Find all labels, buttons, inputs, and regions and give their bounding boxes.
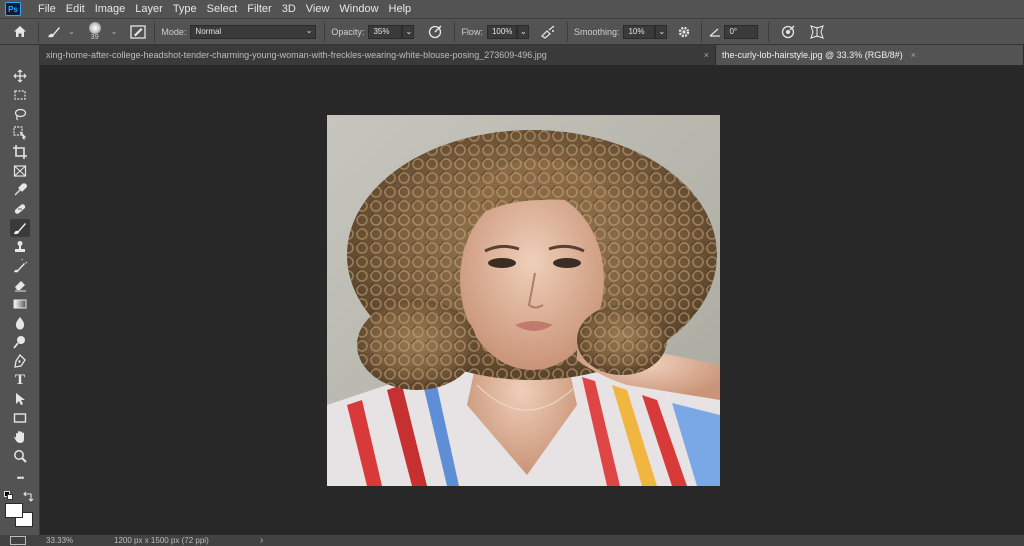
brush-icon[interactable]: [10, 219, 30, 237]
opacity-value: 35%: [373, 27, 390, 36]
separator: [566, 21, 568, 42]
document-image[interactable]: [327, 115, 720, 486]
mode-label: Mode:: [161, 26, 187, 37]
pressure-size-icon[interactable]: [773, 24, 803, 39]
menu-file[interactable]: File: [33, 3, 61, 15]
angle-value: 0°: [729, 27, 738, 36]
type-icon[interactable]: T: [10, 371, 30, 389]
menu-select[interactable]: Select: [202, 3, 243, 15]
opacity-dropdown[interactable]: ⌄: [402, 24, 415, 39]
angle-icon: [706, 27, 724, 37]
type-glyph: T: [14, 371, 25, 388]
menu-window[interactable]: Window: [334, 3, 383, 15]
mode-value: Normal: [195, 27, 222, 36]
close-icon[interactable]: ×: [704, 50, 709, 60]
healing-brush-icon[interactable]: [10, 200, 30, 218]
hand-icon[interactable]: [10, 428, 30, 446]
gear-icon[interactable]: [671, 25, 697, 39]
tab-headshot-document[interactable]: xing-home-after-college-headshot-tender-…: [40, 45, 716, 65]
move-icon[interactable]: [10, 67, 30, 85]
zoom-icon[interactable]: [10, 447, 30, 465]
more-glyph: •••: [16, 473, 25, 483]
menu-type[interactable]: Type: [168, 3, 202, 15]
menu-view[interactable]: View: [301, 3, 335, 15]
airbrush-icon[interactable]: [533, 24, 563, 39]
smoothing-value: 10%: [628, 27, 645, 36]
brush-settings-icon[interactable]: [126, 24, 150, 39]
menu-image[interactable]: Image: [90, 3, 131, 15]
flow-input[interactable]: 100%: [486, 24, 517, 39]
menu-edit[interactable]: Edit: [61, 3, 90, 15]
blur-icon[interactable]: [10, 314, 30, 332]
lasso-icon[interactable]: [10, 105, 30, 123]
menu-bar: Ps File Edit Image Layer Type Select Fil…: [0, 0, 1024, 18]
brush-size-picker[interactable]: 39: [82, 20, 108, 44]
home-icon[interactable]: [6, 25, 34, 38]
canvas-area[interactable]: [40, 65, 1024, 535]
opacity-label: Opacity:: [331, 26, 365, 37]
status-menu-arrow[interactable]: ›: [260, 535, 263, 546]
angle-input[interactable]: 0°: [724, 24, 759, 39]
eyedropper-icon[interactable]: [10, 181, 30, 199]
stamp-icon[interactable]: [10, 238, 30, 256]
tab-curly-lob-document[interactable]: the-curly-lob-hairstyle.jpg @ 33.3% (RGB…: [716, 45, 1024, 65]
brush-size-value: 39: [90, 33, 99, 41]
brush-tool-preset-icon[interactable]: [43, 25, 65, 39]
document-tab-bar: xing-home-after-college-headshot-tender-…: [40, 45, 1024, 65]
smoothing-dropdown[interactable]: ⌄: [655, 24, 668, 39]
options-bar: ⌄ 39 ⌄ Mode: Normal ⌄ Opacity: 35% ⌄ Flo…: [0, 18, 1024, 45]
status-bar: 33.33% 1200 px x 1500 px (72 ppi) ›: [0, 535, 1024, 546]
marquee-icon[interactable]: [10, 86, 30, 104]
history-brush-icon[interactable]: [10, 257, 30, 275]
smoothing-label: Smoothing:: [573, 26, 620, 37]
path-select-icon[interactable]: [10, 390, 30, 408]
more-icon[interactable]: •••: [10, 469, 30, 487]
gradient-icon[interactable]: [10, 295, 30, 313]
frame-icon[interactable]: [10, 162, 30, 180]
separator: [768, 21, 770, 42]
crop-icon[interactable]: [10, 143, 30, 161]
eraser-icon[interactable]: [10, 276, 30, 294]
smoothing-input[interactable]: 10%: [623, 24, 656, 39]
tab-label: the-curly-lob-hairstyle.jpg @ 33.3% (RGB…: [722, 50, 903, 60]
separator: [38, 21, 39, 42]
brush-tip-icon: [88, 21, 101, 34]
default-colors-icon[interactable]: [4, 491, 14, 501]
document-info: 1200 px x 1500 px (72 ppi): [114, 536, 209, 545]
foreground-color-swatch[interactable]: [5, 503, 23, 518]
app-logo[interactable]: Ps: [5, 2, 21, 16]
rectangle-icon[interactable]: [10, 409, 30, 427]
symmetry-icon[interactable]: [803, 24, 831, 39]
separator: [454, 21, 456, 42]
dodge-icon[interactable]: [10, 333, 30, 351]
menu-filter[interactable]: Filter: [242, 3, 276, 15]
chevron-down-icon[interactable]: ⌄: [111, 27, 118, 36]
mode-dropdown[interactable]: Normal ⌄: [190, 24, 317, 39]
menu-layer[interactable]: Layer: [130, 3, 168, 15]
pressure-opacity-icon[interactable]: [420, 24, 450, 39]
object-select-icon[interactable]: [10, 124, 30, 142]
menu-3d[interactable]: 3D: [277, 3, 301, 15]
flow-label: Flow:: [461, 26, 483, 37]
photoshop-window: Ps File Edit Image Layer Type Select Fil…: [0, 0, 1024, 546]
pen-icon[interactable]: [10, 352, 30, 370]
zoom-level[interactable]: 33.33%: [46, 536, 110, 545]
tab-label: xing-home-after-college-headshot-tender-…: [46, 50, 547, 60]
screen-mode-icon[interactable]: [10, 536, 26, 545]
swap-colors-icon[interactable]: [22, 490, 34, 502]
tools-panel: T •••: [0, 45, 40, 535]
chevron-down-icon[interactable]: ⌄: [68, 27, 75, 36]
opacity-input[interactable]: 35%: [368, 24, 403, 39]
separator: [701, 21, 703, 42]
flow-dropdown[interactable]: ⌄: [516, 24, 529, 39]
flow-value: 100%: [491, 27, 513, 36]
close-icon[interactable]: ×: [911, 50, 916, 60]
menu-help[interactable]: Help: [384, 3, 417, 15]
chevron-down-icon: ⌄: [305, 25, 313, 35]
separator: [324, 21, 326, 42]
portrait-photo: [327, 115, 720, 486]
separator: [154, 21, 156, 42]
